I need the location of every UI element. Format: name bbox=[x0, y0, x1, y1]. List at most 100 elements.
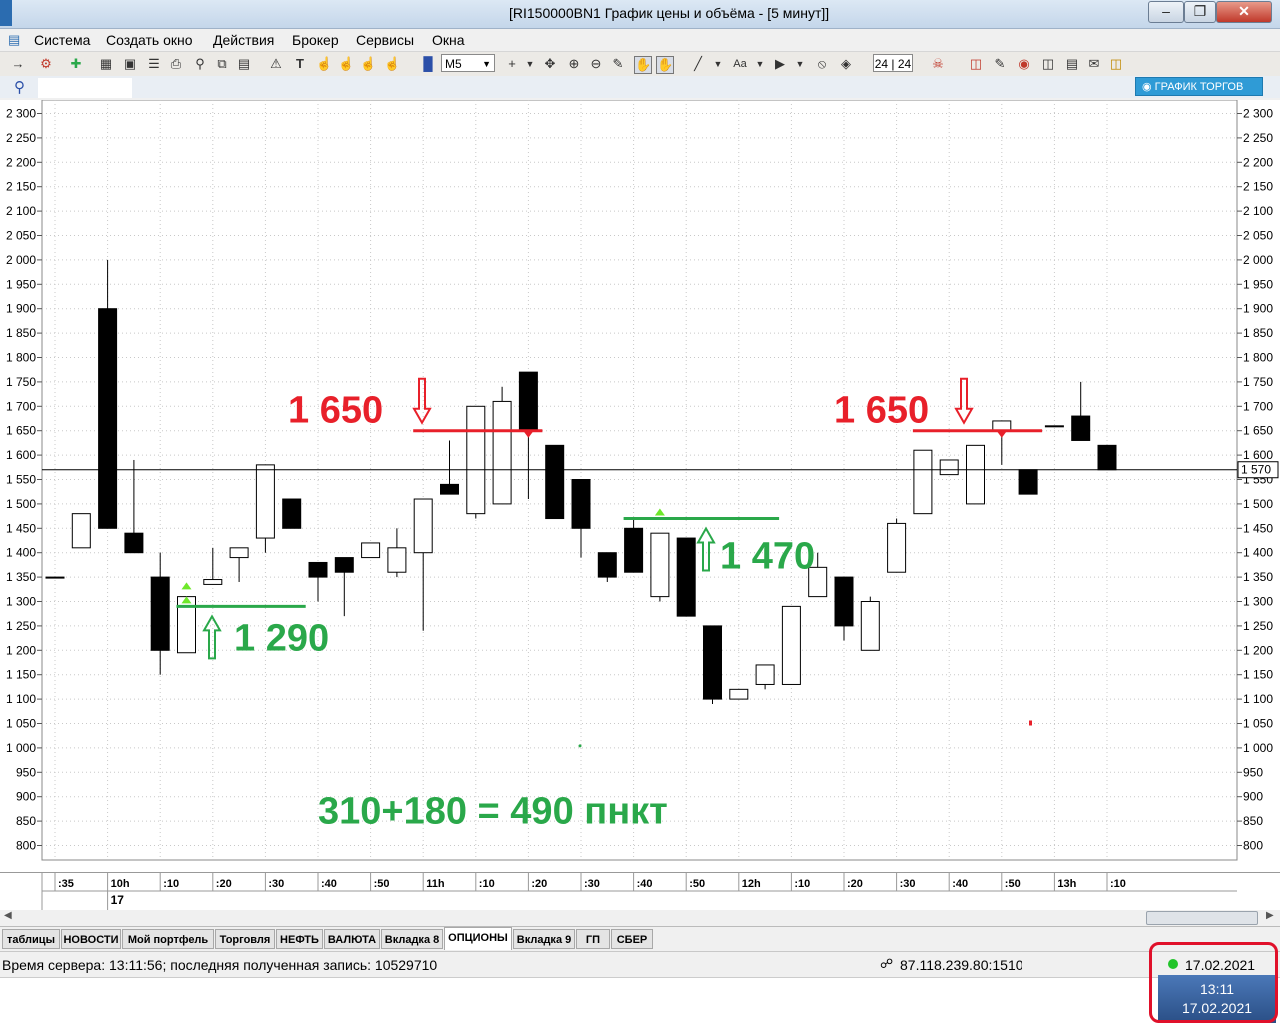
tab-gp[interactable]: ГП bbox=[576, 929, 610, 949]
crosshair-icon[interactable]: + bbox=[504, 56, 520, 72]
order-edit-icon[interactable]: ✎ bbox=[992, 56, 1008, 72]
minimize-button[interactable]: – bbox=[1148, 1, 1184, 23]
scroll-left-icon[interactable]: ◀ bbox=[4, 910, 12, 921]
font-icon[interactable]: Aa bbox=[732, 56, 748, 72]
layers-icon[interactable]: ◈ bbox=[838, 56, 854, 72]
tab-options[interactable]: ОПЦИОНЫ bbox=[444, 927, 512, 950]
chart-bars-icon[interactable]: █ bbox=[420, 56, 436, 72]
candle-down bbox=[545, 444, 565, 520]
line-tool-icon[interactable]: ╱ bbox=[690, 56, 706, 72]
table-icon[interactable]: ▦ bbox=[98, 56, 114, 72]
hand-icon-3[interactable]: ☝ bbox=[360, 56, 376, 72]
x-tick-label: :10 bbox=[794, 878, 810, 890]
timeframe-select[interactable]: M5 ▼ bbox=[441, 54, 495, 72]
tab-9[interactable]: Вкладка 9 bbox=[513, 929, 575, 949]
hand-icon-4[interactable]: ☝ bbox=[384, 56, 400, 72]
tab-oil[interactable]: НЕФТЬ bbox=[276, 929, 323, 949]
candle-down bbox=[834, 576, 854, 627]
dropdown-icon[interactable]: ▼ bbox=[522, 56, 538, 72]
price-chart[interactable]: 2 300 2 300 2 250 2 250 2 200 2 200 2 150 2 150… bbox=[0, 99, 1280, 872]
tab-trading[interactable]: Торговля bbox=[215, 929, 275, 949]
copy-icon[interactable]: ⧉ bbox=[214, 56, 230, 72]
hand-icon-1[interactable]: ☝ bbox=[316, 56, 332, 72]
menu-actions[interactable]: Действия bbox=[213, 32, 274, 48]
eraser-icon[interactable]: ⦸ bbox=[814, 56, 830, 72]
y-tick-label-left: 1 600 bbox=[6, 448, 36, 462]
list-icon[interactable]: ☰ bbox=[146, 56, 162, 72]
y-tick-label-left: 1 250 bbox=[6, 619, 36, 633]
hand-select-icon[interactable]: ✋ bbox=[634, 56, 652, 74]
mail-icon[interactable]: ✉ bbox=[1086, 56, 1102, 72]
text-tool-icon[interactable]: T bbox=[292, 56, 308, 72]
trade-chart-label: ГРАФИК ТОРГОВ bbox=[1154, 81, 1244, 93]
candle-down bbox=[1071, 415, 1091, 441]
tab-my-portfolio[interactable]: Мой портфель bbox=[122, 929, 214, 949]
y-tick-label-right: 2 300 bbox=[1243, 107, 1273, 121]
move-icon[interactable]: ✥ bbox=[542, 56, 558, 72]
app-icon bbox=[0, 0, 12, 26]
zoom-field[interactable]: 24 | 24 bbox=[873, 54, 913, 72]
font-dropdown-icon[interactable]: ▼ bbox=[752, 56, 768, 72]
menu-windows[interactable]: Окна bbox=[432, 32, 465, 48]
y-tick-label-left: 1 700 bbox=[6, 399, 36, 413]
y-tick-label-left: 1 800 bbox=[6, 351, 36, 365]
scroll-thumb[interactable] bbox=[1146, 911, 1258, 925]
alert-icon[interactable]: ⚠ bbox=[268, 56, 284, 72]
export-icon[interactable]: ▤ bbox=[236, 56, 252, 72]
connect-icon[interactable]: ⚙ bbox=[38, 56, 54, 72]
tab-currency[interactable]: ВАЛЮТА bbox=[324, 929, 380, 949]
status-bar: Время сервера: 13:11:56; последняя получ… bbox=[0, 951, 1280, 978]
y-tick-label-left: 2 250 bbox=[6, 131, 36, 145]
window-icon[interactable]: ▣ bbox=[122, 56, 138, 72]
menu-services[interactable]: Сервисы bbox=[356, 32, 414, 48]
back-icon[interactable]: → bbox=[10, 56, 26, 72]
zoom-in-icon[interactable]: ⊕ bbox=[566, 56, 582, 72]
order-icon[interactable]: ◫ bbox=[968, 56, 984, 72]
tab-tables[interactable]: таблицы bbox=[2, 929, 60, 949]
find-icon[interactable]: ⚲ bbox=[192, 56, 208, 72]
tab-news[interactable]: НОВОСТИ bbox=[61, 929, 121, 949]
menu-new-window[interactable]: Создать окно bbox=[106, 32, 193, 48]
portfolio-icon[interactable]: ◫ bbox=[1040, 56, 1056, 72]
database-icon[interactable]: ◫ bbox=[1108, 56, 1124, 72]
menu-system[interactable]: Система bbox=[34, 32, 90, 48]
stray-dot bbox=[578, 744, 582, 748]
search-input[interactable] bbox=[38, 78, 132, 98]
y-tick-label-left: 1 050 bbox=[6, 717, 36, 731]
y-tick-label-right: 800 bbox=[1243, 839, 1263, 853]
trade-chart-button[interactable]: ◉ ГРАФИК ТОРГОВ bbox=[1135, 77, 1263, 96]
candle-up bbox=[781, 605, 801, 685]
maximize-button[interactable]: ❐ bbox=[1184, 1, 1216, 23]
search-icon[interactable]: ⚲ bbox=[14, 78, 25, 96]
line-dropdown-icon[interactable]: ▼ bbox=[710, 56, 726, 72]
x-tick-label: 12h bbox=[742, 878, 761, 890]
server-time-status: Время сервера: 13:11:56; последняя получ… bbox=[2, 957, 438, 973]
hand-pan-icon[interactable]: ✋ bbox=[656, 56, 674, 74]
print-icon[interactable]: ⎙ bbox=[168, 56, 184, 72]
marker-icon[interactable]: ▶ bbox=[772, 56, 788, 72]
time-axis: :35 10h:10:20:30:40:50 11h:10:20:30:40:50 1… bbox=[0, 872, 1280, 911]
y-tick-label-left: 1 650 bbox=[6, 424, 36, 438]
close-chart-icon[interactable]: ☠ bbox=[930, 56, 946, 72]
horizontal-scrollbar[interactable]: ◀ ▶ bbox=[0, 910, 1280, 926]
zoom-out-icon[interactable]: ⊖ bbox=[588, 56, 604, 72]
x-tick-label: :50 bbox=[689, 878, 705, 890]
annotation-label: 1 650 bbox=[834, 390, 929, 432]
report-icon[interactable]: ▤ bbox=[1064, 56, 1080, 72]
close-button[interactable]: ✕ bbox=[1216, 1, 1272, 23]
menu-broker[interactable]: Брокер bbox=[292, 32, 339, 48]
tab-sber[interactable]: СБЕР bbox=[611, 929, 653, 949]
y-tick-label-left: 1 400 bbox=[6, 546, 36, 560]
hand-icon-2[interactable]: ☝ bbox=[338, 56, 354, 72]
y-tick-label-left: 2 050 bbox=[6, 229, 36, 243]
y-tick-label-left: 1 350 bbox=[6, 570, 36, 584]
ruler-icon[interactable]: ✎ bbox=[610, 56, 626, 72]
x-tick-label: :20 bbox=[216, 878, 232, 890]
candle-up bbox=[361, 542, 381, 559]
add-icon[interactable]: ✚ bbox=[68, 56, 84, 72]
tab-8[interactable]: Вкладка 8 bbox=[381, 929, 443, 949]
candle-up bbox=[729, 688, 749, 700]
scroll-right-icon[interactable]: ▶ bbox=[1266, 910, 1274, 921]
marker-dropdown-icon[interactable]: ▼ bbox=[792, 56, 808, 72]
order-cancel-icon[interactable]: ◉ bbox=[1016, 56, 1032, 72]
